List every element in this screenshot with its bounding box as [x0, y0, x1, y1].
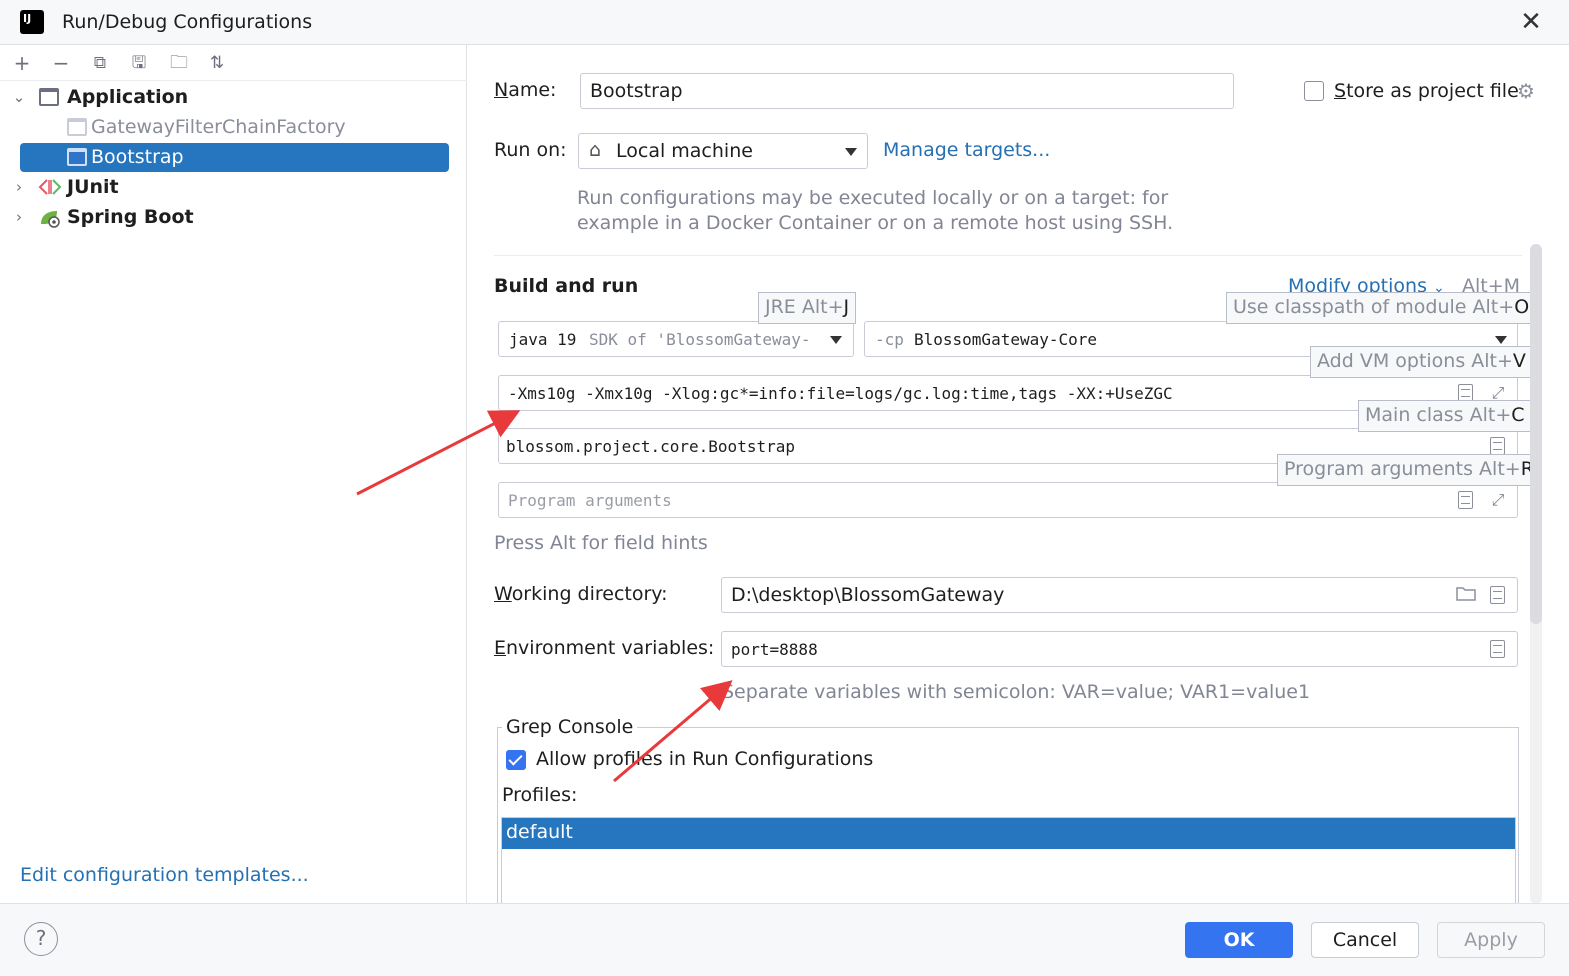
- manage-targets-link[interactable]: Manage targets...: [883, 139, 1050, 161]
- junit-icon: [38, 178, 62, 196]
- chevron-down-icon: [1495, 336, 1507, 344]
- help-button[interactable]: ?: [24, 922, 58, 956]
- environment-variables-hint: Separate variables with semicolon: VAR=v…: [722, 681, 1311, 703]
- build-and-run-heading: Build and run: [494, 275, 639, 297]
- chevron-right-icon[interactable]: ›: [10, 207, 28, 227]
- close-icon[interactable]: ✕: [1516, 8, 1546, 38]
- profiles-list[interactable]: default: [501, 817, 1516, 907]
- chevron-down-icon: [830, 336, 842, 344]
- sort-icon[interactable]: ⇅: [204, 51, 230, 77]
- environment-variables-value: port=8888: [731, 640, 818, 659]
- tree-item-application[interactable]: ⌄ Application: [0, 83, 467, 113]
- gear-icon[interactable]: ⚙: [1517, 80, 1539, 102]
- tree-item-gateway-filter[interactable]: GatewayFilterChainFactory: [0, 113, 467, 143]
- program-arguments-tooltip: Program arguments Alt+R: [1277, 454, 1541, 486]
- tree-label-application: Application: [67, 86, 189, 108]
- profiles-label: Profiles:: [502, 784, 578, 806]
- copy-icon[interactable]: ⧉: [87, 51, 113, 77]
- remove-icon[interactable]: −: [48, 51, 74, 77]
- tree-label-spring-boot: Spring Boot: [67, 206, 194, 228]
- ok-button[interactable]: OK: [1185, 922, 1293, 958]
- intellij-logo-icon: IJ: [17, 7, 47, 37]
- environment-variables-label: Environment variables:: [494, 637, 715, 659]
- name-label: Name:: [494, 79, 557, 101]
- window-title: Run/Debug Configurations: [62, 11, 313, 33]
- add-icon[interactable]: +: [9, 51, 35, 77]
- apply-button[interactable]: Apply: [1437, 922, 1545, 958]
- run-on-hint-line1: Run configurations may be executed local…: [577, 187, 1169, 209]
- cancel-button[interactable]: Cancel: [1311, 922, 1419, 958]
- application-icon: [39, 88, 59, 106]
- save-icon[interactable]: 🖫: [126, 51, 152, 77]
- application-icon: [67, 118, 87, 136]
- field-hints-text: Press Alt for field hints: [494, 532, 708, 554]
- spring-boot-icon: [38, 208, 60, 228]
- sidebar-toolbar: + − ⧉ 🖫 🗀 ⇅: [0, 45, 467, 81]
- run-on-dropdown[interactable]: ⌂ Local machine: [578, 133, 868, 169]
- main-class-value: blossom.project.core.Bootstrap: [506, 437, 795, 456]
- expand-icon[interactable]: ⤢: [1487, 489, 1509, 511]
- divider: [494, 255, 1522, 256]
- store-as-project-file-label: Store as project file: [1334, 80, 1519, 102]
- run-on-value: Local machine: [616, 140, 753, 162]
- main-class-tooltip: Main class Alt+C: [1358, 400, 1532, 432]
- cp-module: BlossomGateway-Core: [914, 330, 1098, 349]
- working-directory-field[interactable]: D:\desktop\BlossomGateway: [721, 577, 1518, 613]
- cp-flag: -cp: [875, 330, 904, 349]
- tree-item-junit[interactable]: › JUnit: [0, 173, 467, 203]
- run-on-label: Run on:: [494, 139, 567, 161]
- edit-configuration-templates-link[interactable]: Edit configuration templates...: [20, 864, 309, 886]
- environment-variables-field[interactable]: port=8888: [721, 631, 1518, 667]
- working-directory-value: D:\desktop\BlossomGateway: [731, 584, 1005, 606]
- application-icon: [67, 148, 87, 166]
- new-folder-icon[interactable]: 🗀: [166, 51, 192, 77]
- jre-main: java 19: [509, 330, 577, 349]
- jre-dropdown[interactable]: java 19 SDK of 'BlossomGateway-: [498, 321, 854, 357]
- dropdown-arrow-area: [819, 323, 853, 355]
- home-icon: ⌂: [589, 139, 602, 161]
- run-on-hint-line2: example in a Docker Container or on a re…: [577, 212, 1174, 234]
- folder-icon[interactable]: [1455, 584, 1477, 606]
- jre-tooltip: JRE Alt+J: [758, 292, 857, 324]
- document-icon[interactable]: [1487, 584, 1509, 606]
- tree-item-bootstrap[interactable]: Bootstrap: [20, 143, 449, 172]
- vm-options-value: -Xms10g -Xmx10g -Xlog:gc*=info:file=logs…: [508, 384, 1173, 403]
- scrollbar-thumb[interactable]: [1530, 244, 1542, 624]
- vm-options-tooltip: Add VM options Alt+V: [1310, 346, 1533, 378]
- allow-profiles-checkbox[interactable]: [506, 750, 526, 770]
- jre-detail: SDK of 'BlossomGateway-: [589, 330, 811, 349]
- program-arguments-placeholder: Program arguments: [508, 491, 672, 510]
- document-icon[interactable]: [1455, 489, 1477, 511]
- chevron-down-icon: [845, 148, 857, 156]
- tree-label-gateway-filter: GatewayFilterChainFactory: [91, 116, 346, 138]
- chevron-down-icon[interactable]: ⌄: [10, 87, 28, 107]
- app-icon-text: IJ: [23, 12, 32, 25]
- tree-label-bootstrap: Bootstrap: [91, 146, 184, 168]
- name-value: Bootstrap: [590, 80, 683, 102]
- chevron-right-icon[interactable]: ›: [10, 177, 28, 197]
- grep-console-title: Grep Console: [502, 716, 638, 738]
- classpath-tooltip: Use classpath of module Alt+O: [1226, 292, 1537, 324]
- program-arguments-field[interactable]: Program arguments ⤢: [498, 482, 1518, 518]
- name-field[interactable]: Bootstrap: [580, 73, 1234, 109]
- allow-profiles-label: Allow profiles in Run Configurations: [536, 748, 874, 770]
- list-item[interactable]: default: [502, 818, 1515, 849]
- store-as-project-file-checkbox[interactable]: [1304, 81, 1324, 101]
- working-directory-label: Working directory:: [494, 583, 668, 605]
- tree-item-spring-boot[interactable]: › Spring Boot: [0, 203, 467, 233]
- tree-label-junit: JUnit: [67, 176, 119, 198]
- document-icon[interactable]: [1487, 638, 1509, 660]
